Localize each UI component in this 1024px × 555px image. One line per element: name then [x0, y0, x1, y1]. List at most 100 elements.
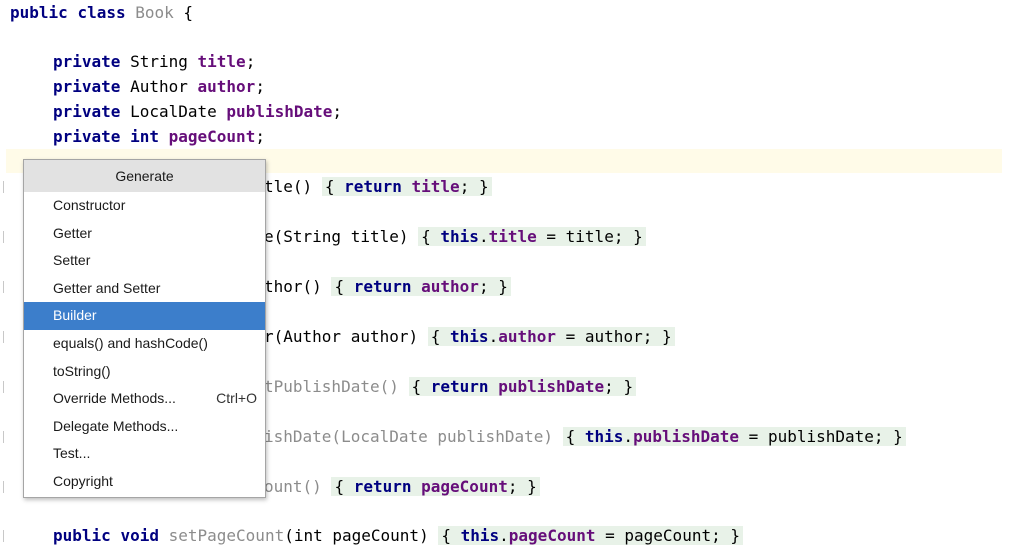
fold-marker[interactable]	[3, 231, 4, 243]
field-name: title	[197, 52, 246, 71]
field-name: author	[421, 277, 479, 296]
method-fragment: tle()	[264, 177, 313, 196]
shortcut-label: Ctrl+O	[216, 390, 257, 407]
field-name: pageCount	[508, 526, 596, 545]
menu-item-label: Constructor	[53, 197, 126, 213]
code-line-get-publishdate: tPublishDate() { return publishDate; }	[264, 376, 637, 398]
keyword: this	[460, 526, 500, 545]
code-line-set-title: e(String title) { this.title = title; }	[264, 226, 646, 248]
field-name: author	[498, 327, 556, 346]
type-name: String	[130, 52, 188, 71]
code-line-field-pagecount: private int pageCount;	[53, 127, 265, 146]
keyword: return	[353, 277, 412, 296]
fold-marker[interactable]	[3, 331, 4, 343]
folded-body[interactable]: { return pageCount; }	[331, 477, 540, 496]
menu-item-getter-and-setter[interactable]: Getter and Setter	[24, 275, 265, 303]
type-name: LocalDate	[130, 102, 217, 121]
type-name: Author	[130, 77, 188, 96]
keyword: private	[53, 102, 121, 121]
fold-marker[interactable]	[3, 381, 4, 393]
menu-item-tostring[interactable]: toString()	[24, 358, 265, 386]
fold-marker[interactable]	[3, 530, 4, 542]
menu-item-label: Getter and Setter	[53, 279, 161, 296]
keyword: return	[430, 377, 489, 396]
code-line-set-author: r(Author author) { this.author = author;…	[264, 326, 675, 348]
field-name: title	[488, 227, 537, 246]
fold-marker[interactable]	[3, 181, 4, 193]
menu-item-label: toString()	[53, 362, 111, 379]
keyword: public	[53, 526, 111, 545]
keyword: int	[130, 127, 159, 146]
field-name: author	[197, 77, 256, 96]
keyword: private	[53, 77, 121, 96]
keyword: private	[53, 52, 121, 71]
folded-body[interactable]: { return title; }	[321, 177, 492, 196]
code-line-set-publishdate: ishDate(LocalDate publishDate) { this.pu…	[264, 426, 906, 448]
keyword: public	[10, 3, 68, 22]
fold-marker[interactable]	[3, 281, 4, 293]
method-fragment: thor()	[264, 277, 322, 296]
assignment: = publishDate;	[748, 427, 884, 446]
keyword: private	[53, 127, 121, 146]
menu-item-label: Test...	[53, 445, 91, 462]
code-line-class-decl: public class Book {	[10, 3, 194, 22]
folded-body[interactable]: { this.author = author; }	[427, 327, 675, 346]
folded-body[interactable]: { return publishDate; }	[408, 377, 637, 396]
keyword: return	[353, 477, 412, 496]
field-name: publishDate	[226, 102, 333, 121]
field-name: pageCount	[168, 127, 256, 146]
field-name: pageCount	[421, 477, 508, 496]
method-fragment: r(Author author)	[264, 327, 419, 346]
menu-item-override-methods[interactable]: Override Methods... Ctrl+O	[24, 385, 265, 413]
field-name: title	[411, 177, 460, 196]
code-line-get-title: tle() { return title; }	[264, 176, 492, 198]
menu-item-getter[interactable]: Getter	[24, 220, 265, 248]
folded-body[interactable]: { this.publishDate = publishDate; }	[562, 427, 906, 446]
method-name: setPageCount	[168, 526, 285, 545]
menu-item-label: Delegate Methods...	[53, 417, 179, 434]
fold-marker[interactable]	[3, 431, 4, 443]
code-line-field-title: private String title;	[53, 52, 256, 71]
method-fragment: tPublishDate()	[264, 377, 399, 396]
menu-item-equals-hashcode[interactable]: equals() and hashCode()	[24, 330, 265, 358]
menu-item-label: Copyright	[53, 472, 113, 489]
menu-item-label: Setter	[53, 252, 91, 269]
method-params: (int pageCount)	[284, 526, 429, 545]
folded-body[interactable]: { return author; }	[331, 277, 511, 296]
menu-item-label: Getter	[53, 224, 92, 241]
method-fragment: e(String title)	[264, 227, 409, 246]
folded-body[interactable]: { this.title = title; }	[418, 227, 646, 246]
code-line-field-author: private Author author;	[53, 77, 265, 96]
menu-item-delegate-methods[interactable]: Delegate Methods...	[24, 413, 265, 441]
method-fragment: ount()	[264, 477, 322, 496]
folded-body[interactable]: { this.pageCount = pageCount; }	[438, 526, 743, 545]
assignment: = title;	[546, 227, 624, 246]
menu-item-test[interactable]: Test...	[24, 440, 265, 468]
keyword: class	[77, 3, 126, 22]
keyword: this	[440, 227, 479, 246]
menu-item-copyright[interactable]: Copyright	[24, 468, 265, 496]
keyword: this	[450, 327, 489, 346]
field-name: publishDate	[498, 377, 605, 396]
assignment: = author;	[565, 327, 653, 346]
code-line-get-author: thor() { return author; }	[264, 276, 511, 298]
popup-title: Generate	[24, 160, 265, 192]
code-line-get-pagecount: ount() { return pageCount; }	[264, 476, 540, 498]
assignment: = pageCount;	[605, 526, 721, 545]
class-name: Book	[135, 3, 174, 22]
menu-item-builder[interactable]: Builder	[24, 302, 265, 330]
keyword: return	[344, 177, 402, 196]
menu-item-label: Builder	[53, 307, 97, 324]
code-line-set-pagecount: public void setPageCount(int pageCount) …	[53, 525, 743, 547]
menu-item-label: equals() and hashCode()	[53, 334, 208, 351]
menu-item-label: Override Methods...	[53, 390, 176, 407]
keyword: this	[584, 427, 624, 446]
keyword: void	[120, 526, 159, 545]
field-name: publishDate	[633, 427, 740, 446]
menu-item-constructor[interactable]: Constructor	[24, 192, 265, 220]
generate-popup: Generate Constructor Getter Setter Gette…	[23, 159, 266, 498]
fold-marker[interactable]	[3, 481, 4, 493]
code-line-field-publishdate: private LocalDate publishDate;	[53, 102, 343, 121]
menu-item-setter[interactable]: Setter	[24, 247, 265, 275]
method-fragment: ishDate(LocalDate publishDate)	[264, 427, 553, 446]
